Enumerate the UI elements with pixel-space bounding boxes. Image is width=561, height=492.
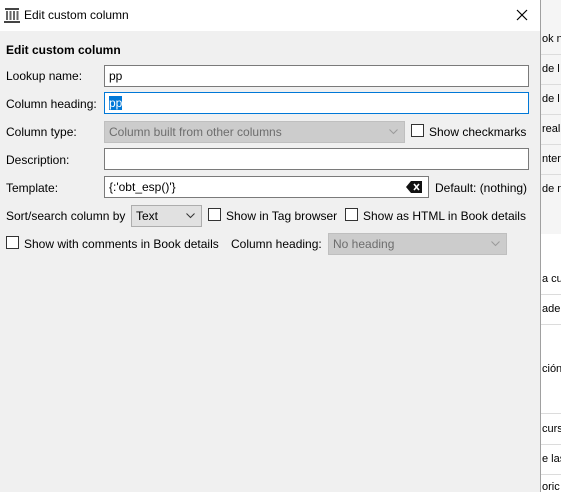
clear-icon[interactable]: [406, 181, 422, 193]
description-input[interactable]: [104, 148, 529, 170]
background-text: de l: [542, 93, 560, 105]
column-type-value: Column built from other columns: [109, 125, 282, 139]
background-text: ade: [542, 303, 561, 315]
show-checkmarks-checkbox[interactable]: [411, 124, 424, 137]
sort-search-label: Sort/search column by: [6, 209, 126, 223]
column-type-label: Column type:: [6, 125, 77, 139]
show-comments-label: Show with comments in Book details: [24, 237, 219, 251]
background-text: real: [542, 123, 561, 135]
show-html-checkbox[interactable]: [345, 208, 358, 221]
background-text: ok no: [542, 33, 561, 45]
background-text: de n: [542, 183, 561, 195]
column-heading-position-select[interactable]: No heading: [328, 233, 507, 255]
column-type-select[interactable]: Column built from other columns: [104, 121, 405, 143]
background-text: de l: [542, 63, 560, 75]
template-label: Template:: [6, 181, 59, 195]
form-heading: Edit custom column: [6, 43, 121, 57]
default-value-label: Default: (nothing): [435, 181, 528, 195]
show-html-label: Show as HTML in Book details: [363, 209, 526, 223]
chevron-down-icon: [491, 241, 500, 247]
title-bar: Edit custom column: [0, 0, 540, 31]
lookup-name-label: Lookup name:: [6, 69, 83, 83]
background-text: oric: [542, 481, 560, 492]
sort-search-value: Text: [136, 209, 159, 223]
close-button[interactable]: [510, 4, 534, 26]
column-heading-value: pp: [109, 96, 123, 110]
background-text: e las: [542, 453, 561, 465]
chevron-down-icon: [186, 213, 195, 219]
lookup-name-input[interactable]: pp: [104, 65, 529, 87]
show-tag-browser-label: Show in Tag browser: [226, 209, 338, 223]
template-input[interactable]: {:'obt_esp()'}: [104, 176, 429, 198]
column-heading-input[interactable]: pp: [104, 92, 529, 114]
close-icon: [516, 9, 528, 21]
edit-column-dialog: Edit custom column Edit custom column Lo…: [0, 0, 541, 492]
show-tag-browser-checkbox[interactable]: [208, 208, 221, 221]
background-window: ok no de l de l real ntero de n a cu ade…: [540, 0, 561, 492]
background-text: ción: [542, 363, 561, 375]
column-heading-label: Column heading:: [6, 97, 97, 111]
background-text: a cu: [542, 273, 561, 285]
library-icon: [4, 8, 20, 23]
background-text: ntero: [542, 153, 561, 165]
column-heading-position-value: No heading: [333, 237, 395, 251]
show-checkmarks-label: Show checkmarks: [429, 125, 527, 139]
background-text: curs: [542, 423, 561, 435]
window-title: Edit custom column: [24, 8, 129, 22]
show-comments-checkbox[interactable]: [6, 236, 19, 249]
description-label: Description:: [6, 153, 70, 167]
chevron-down-icon: [389, 129, 398, 135]
template-value: {:'obt_esp()'}: [109, 180, 176, 194]
sort-search-select[interactable]: Text: [131, 205, 202, 227]
column-heading-position-label: Column heading:: [231, 237, 322, 251]
